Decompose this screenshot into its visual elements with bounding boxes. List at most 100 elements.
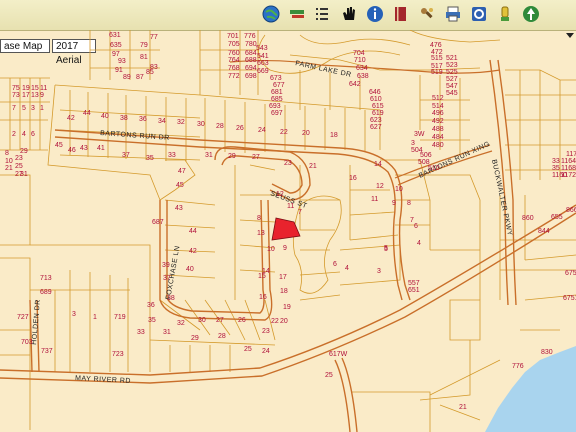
lot-number-label: 651	[408, 287, 420, 294]
lot-number-label: 557	[408, 280, 420, 287]
lot-number-label: 3	[377, 268, 381, 275]
lot-number-label: 6	[414, 223, 418, 230]
layers-icon[interactable]	[286, 3, 308, 25]
lot-number-label: 638	[357, 73, 369, 80]
lot-number-label: 24	[262, 348, 270, 355]
pan-hand-icon[interactable]	[338, 3, 360, 25]
lot-number-label: 655	[551, 214, 563, 221]
lot-number-label: 20	[280, 318, 288, 325]
lot-number-label: 704	[353, 50, 365, 57]
lot-number-label: 4	[417, 240, 421, 247]
lot-number-label: 723	[112, 351, 124, 358]
lot-number-label: 39	[162, 262, 170, 269]
lot-number-label: 496	[432, 110, 444, 117]
lot-number-label: 29	[191, 335, 199, 342]
lot-number-label: 45	[176, 182, 184, 189]
lot-number-label: 16	[349, 175, 357, 182]
lot-number-label: 10	[395, 186, 403, 193]
lot-number-label: 4	[22, 131, 26, 138]
lot-number-label: 47	[178, 168, 186, 175]
lot-number-label: 547	[446, 83, 458, 90]
lot-number-label: 14	[262, 268, 270, 275]
lot-number-label: 35	[146, 155, 154, 162]
lot-number-label: 8	[407, 200, 411, 207]
list-icon[interactable]	[311, 3, 333, 25]
lot-number-label: 772	[228, 73, 240, 80]
lot-number-label: 13	[257, 230, 265, 237]
lot-number-label: 20	[302, 130, 310, 137]
lot-number-label: 46	[68, 147, 76, 154]
lot-number-label: 1	[93, 314, 97, 321]
lot-number-label: 545	[446, 90, 458, 97]
lot-number-label: 492	[432, 118, 444, 125]
lot-number-label: 23	[262, 328, 270, 335]
road-label-may-river: MAY RIVER RD	[75, 375, 131, 385]
lot-number-label: 646	[369, 89, 381, 96]
lot-number-label: 617W	[329, 351, 348, 358]
parcel-map[interactable]: FARM LAKE DR BARTONS RUN DR SEUSS ST BAR…	[0, 30, 576, 432]
navigate-icon[interactable]	[520, 3, 542, 25]
zoom-extent-icon[interactable]	[468, 3, 490, 25]
lot-number-label: 19	[22, 85, 30, 92]
lot-number-label: 515	[431, 55, 443, 62]
lot-number-label: 11	[40, 85, 47, 92]
lot-number-label: 543	[256, 45, 268, 52]
water-body	[485, 346, 576, 432]
lot-number-label: 6759	[565, 270, 576, 277]
lot-number-label: 35	[552, 165, 560, 172]
lot-number-label: 737	[41, 348, 53, 355]
lot-number-label: 33	[168, 152, 176, 159]
lot-number-label: 776	[244, 33, 256, 40]
lot-number-label: 8	[5, 150, 9, 157]
lot-number-label: 30	[197, 121, 205, 128]
info-icon[interactable]	[364, 3, 386, 25]
lot-number-label: 37	[122, 152, 130, 159]
lot-number-label: 36	[139, 116, 147, 123]
lot-number-label: 87	[136, 74, 144, 81]
lot-number-label: 3	[31, 105, 35, 112]
lot-number-label: 11	[287, 203, 294, 210]
lot-number-label: 480	[432, 142, 444, 149]
lot-number-label: 77	[150, 34, 158, 41]
lot-number-label: 38	[120, 115, 128, 122]
lot-number-label: 24	[258, 127, 266, 134]
lot-number-label: 710	[354, 57, 366, 64]
lot-number-label: 10	[5, 158, 13, 165]
lot-number-label: 9	[283, 245, 287, 252]
book-icon[interactable]	[390, 3, 412, 25]
lot-number-label: 694	[245, 65, 257, 72]
lot-number-label: 25	[244, 346, 252, 353]
lot-number-label: 484	[432, 134, 444, 141]
lot-number-label: 719	[114, 314, 126, 321]
measure-icon[interactable]	[494, 3, 516, 25]
lot-number-label: 25	[15, 163, 23, 170]
lot-number-label: 43	[80, 145, 88, 152]
lot-number-label: 75	[12, 85, 20, 92]
lot-number-label: 21	[459, 404, 467, 411]
lot-number-label: 37	[163, 275, 171, 282]
lot-number-label: 523	[446, 62, 458, 69]
map-toolbar	[0, 0, 576, 31]
lot-number-label: 1	[40, 105, 44, 112]
lot-number-label: 43	[175, 205, 183, 212]
lot-number-label: 31	[205, 152, 213, 159]
lot-number-label: 25	[325, 372, 333, 379]
lot-number-label: 28	[216, 123, 224, 130]
lot-number-label: 29	[228, 153, 236, 160]
road-label-buckwalter: BUCKWALTER PKWY	[490, 159, 513, 237]
lot-number-label: 703	[21, 339, 33, 346]
lot-number-label: 698	[245, 73, 257, 80]
lot-number-label: 22	[271, 318, 279, 325]
print-icon[interactable]	[442, 3, 464, 25]
lot-number-label: 89	[123, 74, 131, 81]
lot-number-label: 1172	[561, 172, 576, 179]
lot-number-label: 27	[216, 317, 224, 324]
lot-number-label: 768	[228, 65, 240, 72]
lot-number-label: 1176	[566, 151, 576, 158]
lot-number-label: 521	[446, 55, 458, 62]
globe-icon[interactable]	[260, 3, 282, 25]
lot-number-label: 760	[228, 50, 240, 57]
lot-number-label: 93	[118, 58, 126, 65]
lot-number-label: 41	[97, 145, 105, 152]
tools-icon[interactable]	[416, 3, 438, 25]
